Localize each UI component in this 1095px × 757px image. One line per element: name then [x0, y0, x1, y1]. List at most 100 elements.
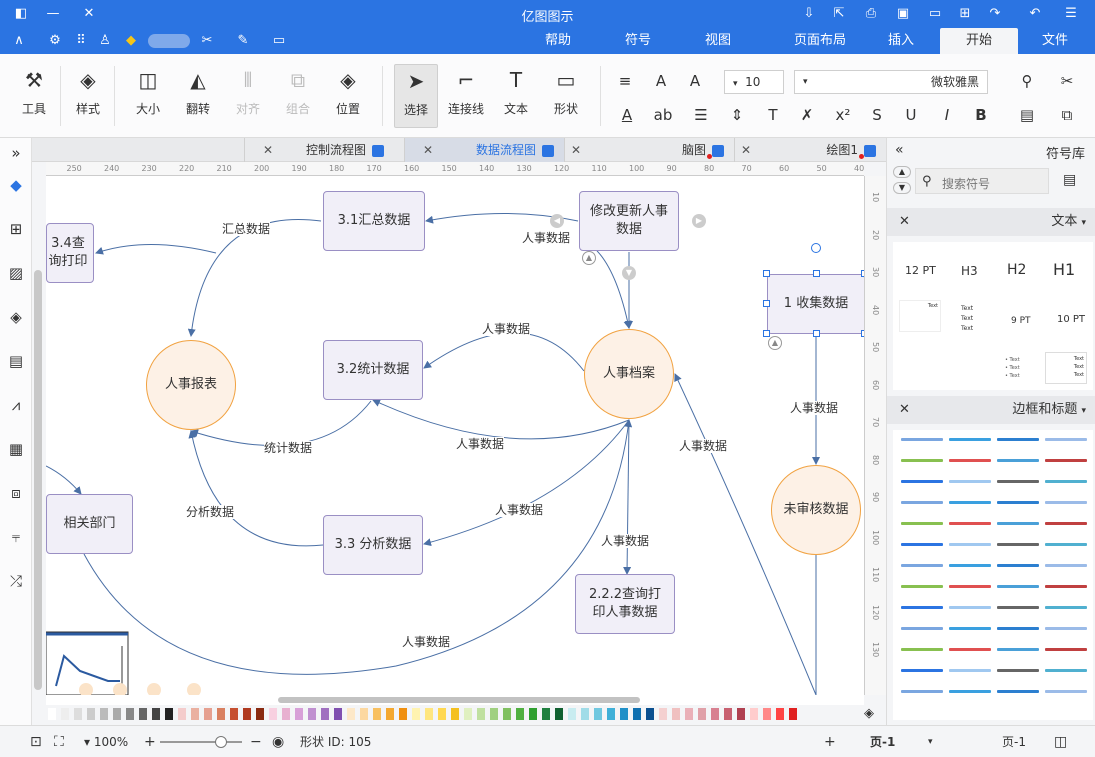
- section-header-text[interactable]: ✕ 文本 ▾: [887, 208, 1095, 236]
- border-style-thumb[interactable]: [1045, 459, 1087, 462]
- border-style-thumb[interactable]: [997, 522, 1039, 525]
- color-swatch[interactable]: [672, 708, 680, 720]
- zoom-slider[interactable]: [160, 741, 242, 743]
- play-icon[interactable]: ◉: [272, 734, 284, 750]
- color-swatch[interactable]: [269, 708, 277, 720]
- color-swatch[interactable]: [425, 708, 433, 720]
- redo-icon[interactable]: ↷: [986, 5, 1004, 23]
- close-section-icon[interactable]: ✕: [899, 396, 910, 424]
- zoom-slider-thumb[interactable]: [215, 736, 227, 748]
- border-style-thumb[interactable]: [901, 606, 943, 609]
- tab-help[interactable]: 帮助: [528, 28, 588, 54]
- border-style-thumb[interactable]: [1045, 627, 1087, 630]
- color-swatch[interactable]: [61, 708, 69, 720]
- border-style-thumb[interactable]: [1045, 585, 1087, 588]
- color-swatch[interactable]: [282, 708, 290, 720]
- style-h2[interactable]: H2: [1007, 262, 1026, 278]
- color-swatch[interactable]: [503, 708, 511, 720]
- color-swatch[interactable]: [334, 708, 342, 720]
- node-collect-data[interactable]: 1 收集数据: [767, 274, 864, 334]
- shape-button[interactable]: ▭ 形状: [544, 64, 588, 128]
- collapse-left-icon[interactable]: »: [5, 142, 27, 164]
- fit-page-icon[interactable]: ⊡: [30, 734, 42, 750]
- paste-icon[interactable]: ▤: [1016, 104, 1038, 126]
- node-analysis-data[interactable]: 3.3 分析数据: [323, 515, 423, 575]
- page-label[interactable]: 页-1: [1002, 734, 1026, 750]
- style-10pt[interactable]: 10 PT: [1057, 314, 1085, 325]
- color-swatch[interactable]: [607, 708, 615, 720]
- color-swatch[interactable]: [724, 708, 732, 720]
- color-swatch[interactable]: [178, 708, 186, 720]
- size-button[interactable]: ◫ 大小: [126, 64, 170, 128]
- open-icon[interactable]: ▭: [926, 5, 944, 23]
- border-style-thumb[interactable]: [1045, 606, 1087, 609]
- close-tab-icon[interactable]: ✕: [423, 138, 433, 162]
- color-swatch[interactable]: [386, 708, 394, 720]
- doc-tab-mindmap[interactable]: ✕ 脑图: [564, 138, 734, 162]
- diagram-canvas[interactable]: 3.1汇总数据 3.4查询打印 修改更新人事数据 1 收集数据 人事报表 3.2…: [46, 176, 864, 695]
- zoom-select[interactable]: ▾ 100%: [84, 734, 128, 750]
- font-color-icon[interactable]: A: [616, 104, 638, 126]
- text-style-icon[interactable]: T: [762, 104, 784, 126]
- color-swatch[interactable]: [412, 708, 420, 720]
- border-style-thumb[interactable]: [1045, 480, 1087, 483]
- print-icon[interactable]: ⎙: [862, 5, 880, 23]
- tab-insert[interactable]: 插入: [862, 28, 940, 54]
- quick-connect-right-icon[interactable]: ▶: [692, 214, 706, 228]
- color-swatch[interactable]: [87, 708, 95, 720]
- tab-view[interactable]: 视图: [688, 28, 748, 54]
- border-style-thumb[interactable]: [1045, 564, 1087, 567]
- tools-button[interactable]: ⚒ 工具: [12, 64, 56, 128]
- resize-handle[interactable]: [763, 300, 770, 307]
- border-style-thumb[interactable]: [949, 669, 991, 672]
- cut-icon[interactable]: ✂: [1056, 70, 1078, 92]
- border-style-thumb[interactable]: [997, 606, 1039, 609]
- border-style-thumb[interactable]: [1045, 648, 1087, 651]
- color-swatch[interactable]: [594, 708, 602, 720]
- layout-icon[interactable]: ◫: [1054, 734, 1067, 750]
- export-icon[interactable]: ⇱: [830, 5, 848, 23]
- text-button[interactable]: T 文本: [494, 64, 538, 128]
- node-stat-data[interactable]: 3.2统计数据: [323, 340, 423, 400]
- doc-tab-controlflow[interactable]: ✕ 控制流程图: [244, 138, 404, 162]
- color-swatch[interactable]: [542, 708, 550, 720]
- save-icon[interactable]: ▣: [894, 5, 912, 23]
- undo-icon[interactable]: ↶: [1026, 5, 1044, 23]
- color-swatch[interactable]: [295, 708, 303, 720]
- color-swatch[interactable]: [633, 708, 641, 720]
- color-swatch[interactable]: [204, 708, 212, 720]
- scroll-up-icon[interactable]: ▲: [893, 166, 911, 178]
- color-palette[interactable]: ◈: [32, 705, 886, 723]
- border-style-thumb[interactable]: [997, 543, 1039, 546]
- copy-icon[interactable]: ⧉: [1056, 104, 1078, 126]
- color-swatch[interactable]: [581, 708, 589, 720]
- italic-icon[interactable]: I: [936, 104, 958, 126]
- underline-icon[interactable]: U: [900, 104, 922, 126]
- color-swatch[interactable]: [464, 708, 472, 720]
- highlight-icon[interactable]: ab: [652, 104, 674, 126]
- border-style-thumb[interactable]: [997, 501, 1039, 504]
- color-swatch[interactable]: [750, 708, 758, 720]
- color-swatch[interactable]: [217, 708, 225, 720]
- font-name-select[interactable]: ▾ 微软雅黑: [794, 70, 988, 94]
- color-swatch[interactable]: [126, 708, 134, 720]
- border-style-thumb[interactable]: [997, 648, 1039, 651]
- style-text-box[interactable]: Text: [899, 300, 941, 332]
- color-swatch[interactable]: [165, 708, 173, 720]
- resize-handle[interactable]: [763, 330, 770, 337]
- border-style-thumb[interactable]: [901, 585, 943, 588]
- border-style-thumb[interactable]: [949, 438, 991, 441]
- fullscreen-icon[interactable]: ⛶: [54, 734, 64, 750]
- border-style-thumb[interactable]: [997, 564, 1039, 567]
- skin-icon[interactable]: ♙: [96, 32, 114, 50]
- style-bullets[interactable]: • Text • Text • Text: [1005, 356, 1020, 380]
- node-hr-report[interactable]: 人事报表: [146, 340, 236, 430]
- section-header-borders[interactable]: ✕ 边框和标题 ▾: [887, 396, 1095, 424]
- color-swatch[interactable]: [308, 708, 316, 720]
- color-swatch[interactable]: [360, 708, 368, 720]
- resize-handle[interactable]: [763, 270, 770, 277]
- border-style-thumb[interactable]: [949, 501, 991, 504]
- horizontal-scrollbar[interactable]: [46, 695, 864, 705]
- position-button[interactable]: ◈ 位置: [326, 64, 370, 128]
- border-style-thumb[interactable]: [901, 459, 943, 462]
